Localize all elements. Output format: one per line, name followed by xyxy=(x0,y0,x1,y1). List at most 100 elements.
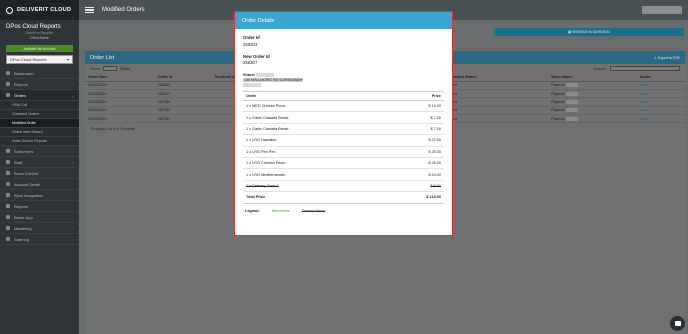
customers-icon xyxy=(6,149,10,153)
store-select-value: DPos Cloud Reports xyxy=(10,57,47,62)
cell-id: 258303 xyxy=(154,81,212,90)
cell-store: Pizzeria xyxy=(548,97,637,107)
view-link[interactable]: view xyxy=(636,106,685,116)
item-name: 1 x LRG Peri Peri xyxy=(243,146,384,158)
store-select[interactable]: DPos Cloud Reports ▾ xyxy=(6,55,73,64)
cell-status: Modified xyxy=(439,89,549,99)
sidebar-subitem-online-item-search[interactable]: Online Item Search xyxy=(0,128,79,137)
cell-id: 257343 xyxy=(154,106,212,116)
page-length-control: Show Rows xyxy=(90,65,131,72)
sidebar-item-label: Make Screen Reports xyxy=(12,139,47,143)
sidebar-item-label: Stock Control xyxy=(14,170,39,176)
order-details-modal: Order Details Order Id 258303 New Order … xyxy=(234,11,453,236)
sidebar-item-label: Reports xyxy=(14,81,29,87)
driver-icon xyxy=(6,215,10,219)
sidebar-item-label: Catering xyxy=(14,236,30,242)
sidebar-item-catering[interactable]: Catering › xyxy=(0,234,79,245)
marketing-icon xyxy=(6,226,10,230)
view-link[interactable]: view xyxy=(636,81,685,90)
order-item-row: 1 x Garlic Ciabatta Bread $ 7.00 xyxy=(243,111,444,124)
sharer-phone-line xyxy=(243,83,444,87)
order-item-row: 1 x LRG Hawaiian $ 22.00 xyxy=(243,134,444,147)
account-icon xyxy=(6,182,10,186)
sidebar-item-dashboard[interactable]: Dashboard xyxy=(0,68,79,79)
brand-icon xyxy=(6,6,13,14)
order-list-title: Order List xyxy=(90,54,115,61)
item-price: $ 14.00 xyxy=(383,100,444,113)
col-price: Price xyxy=(383,91,444,101)
sidebar-item-label: Account Detail xyxy=(14,181,40,187)
cell-status: Modified xyxy=(439,81,549,90)
search-label: Search: xyxy=(593,65,607,71)
chevron-right-icon: › xyxy=(72,148,74,154)
sidebar-item-label: Online Item Search xyxy=(12,130,43,134)
view-link[interactable]: view xyxy=(636,97,685,107)
profile-switch-link[interactable]: Switch to Reseller xyxy=(6,31,73,35)
sidebar-subitem-modified-order[interactable]: Modified Order xyxy=(0,119,79,128)
activate-account-button[interactable]: Activate Vet Account xyxy=(6,45,73,52)
sidebar-item-customers[interactable]: Customers › xyxy=(0,146,79,157)
new-order-id-label: New Order Id xyxy=(243,53,270,59)
chevron-down-icon: ▾ xyxy=(66,57,69,62)
reports-icon xyxy=(6,204,10,208)
chat-button[interactable] xyxy=(670,316,685,331)
col-order-date[interactable]: Order Date xyxy=(85,73,155,82)
sidebar-subitem-canceled-orders[interactable]: Canceled Orders xyxy=(0,110,79,119)
sidebar-item-driver-app[interactable]: Driver App xyxy=(0,212,79,223)
chevron-right-icon: › xyxy=(72,159,74,165)
user-menu[interactable] xyxy=(642,6,682,14)
item-name: 1 x MED Cheese Pizza xyxy=(243,100,384,113)
cell-store: Pizzeria xyxy=(548,81,637,90)
order-item-row: 1 x MED Cheese Pizza $ 14.00 xyxy=(243,100,444,113)
page-length-select[interactable] xyxy=(103,66,118,72)
entries-label: Rows xyxy=(120,65,131,71)
chevron-right-icon: › xyxy=(72,81,74,87)
view-link[interactable]: view xyxy=(636,114,685,124)
cell-store: Pizzeria xyxy=(548,89,637,99)
sidebar-item-label: Staff xyxy=(14,159,23,165)
sidebar-subitem-make-screen-reports[interactable]: Make Screen Reports xyxy=(0,137,79,146)
item-name: 1 x Delivery Zone 1 xyxy=(243,180,384,193)
sidebar-item-sync-integration[interactable]: Sync Integration xyxy=(0,190,79,201)
sidebar-item-label: Sync Integration xyxy=(14,192,43,198)
cell-date: 12/05/2024 xyxy=(85,97,155,107)
total-row: Total Price $ 124.00 xyxy=(243,191,444,204)
sidebar-item-marketing[interactable]: Marketing › xyxy=(0,223,79,234)
brand-name: DELIVERIT CLOUD xyxy=(17,7,72,13)
dashboard-icon xyxy=(6,71,10,75)
sidebar-item-account-detail[interactable]: Account Detail xyxy=(0,179,79,190)
sidebar-item-orders[interactable]: Orders ⌄ xyxy=(0,90,79,101)
stock-icon xyxy=(6,171,10,175)
col-order-id[interactable]: Order Id xyxy=(154,73,212,82)
sidebar-item-label: Dashboard xyxy=(14,70,34,76)
item-name: 1 x LRG Mediterranean xyxy=(243,168,384,181)
view-link[interactable]: view xyxy=(636,89,685,99)
export-csv-button[interactable]: ⇩ Export to CSV xyxy=(654,56,680,60)
date-range-button[interactable]: ▣ 9/09/2024 to 16/09/2024 xyxy=(494,28,684,36)
col-order: Order xyxy=(243,91,384,101)
search-input[interactable] xyxy=(610,66,680,72)
redacted-name xyxy=(256,73,275,77)
order-item-row: 1 x LRG Chicken Pesto $ 25.00 xyxy=(243,157,444,170)
brand-logo[interactable]: DELIVERIT CLOUD xyxy=(0,0,79,20)
sidebar-subitem-hsm-call[interactable]: HSM Call xyxy=(0,101,79,110)
sharer-address: 145 WILLMONG RD CARINGBAH xyxy=(243,78,304,82)
cell-date: 03/05/2024 xyxy=(85,106,155,116)
item-name: 1 x Garlic Ciabatta Bread xyxy=(243,123,384,136)
chat-icon xyxy=(674,321,681,326)
sidebar-item-staff[interactable]: Staff › xyxy=(0,157,79,168)
col-transaction-status[interactable]: Transaction Status xyxy=(439,73,549,82)
sidebar-item-reports[interactable]: Reports › xyxy=(0,79,79,90)
cell-date: 16/05/2024 xyxy=(85,81,155,90)
sidebar-item-stock-control[interactable]: Stock Control xyxy=(0,168,79,179)
menu-toggle-icon[interactable] xyxy=(85,6,94,14)
reports-icon xyxy=(6,82,10,86)
modal-title: Order Details xyxy=(235,12,452,29)
order-items-table: Order Price 1 x MED Cheese Pizza $ 14.00 … xyxy=(243,91,444,204)
modal-body: Order Id 258303 New Order Id 258307 Shar… xyxy=(235,29,452,213)
col-store-name[interactable]: Store Name xyxy=(548,73,637,82)
cell-store: Pizzeria xyxy=(548,106,637,116)
sharer-address-line: 145 WILLMONG RD CARINGBAH xyxy=(243,78,444,82)
legend-deleted-items: Deleted Items xyxy=(301,208,326,213)
sidebar-item-reports-2[interactable]: Reports xyxy=(0,201,79,212)
